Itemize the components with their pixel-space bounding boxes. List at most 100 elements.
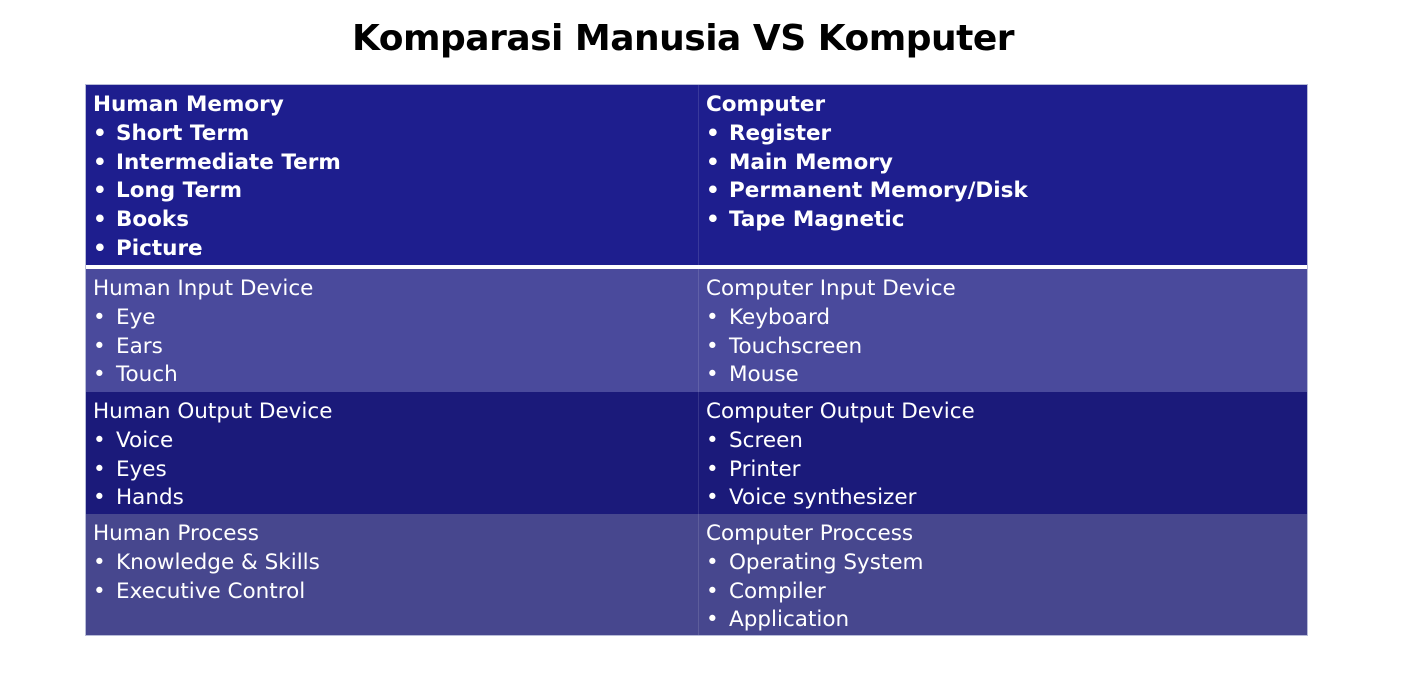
cell-heading: Computer Output Device <box>706 399 975 424</box>
list-item: • Voice <box>93 427 691 456</box>
list-item: • Tape Magnetic <box>706 206 1300 235</box>
bullet-icon: • <box>706 120 720 146</box>
cell-heading: Computer Input Device <box>706 276 956 301</box>
bullet-icon: • <box>706 178 720 204</box>
bullet-icon: • <box>706 207 720 233</box>
list-item: • Application <box>706 606 1300 635</box>
list-item-text: Voice synthesizer <box>729 485 917 511</box>
bullet-icon: • <box>93 178 107 204</box>
list-item: • Mouse <box>706 361 1300 390</box>
bullet-icon: • <box>93 578 106 604</box>
list-item-text: Compiler <box>729 578 826 604</box>
bullet-icon: • <box>706 607 719 633</box>
bullet-icon: • <box>93 149 107 175</box>
list-item: • Keyboard <box>706 304 1300 333</box>
human-input-device-cell: Human Input Device • Eye • Ears • Touch <box>86 269 698 392</box>
computer-memory-cell: Computer • Register • Main Memory • Permanent … <box>698 85 1307 265</box>
cell-heading: Human Memory <box>93 92 284 117</box>
list-item: • Short Term <box>93 120 691 149</box>
list-item-text: Touchscreen <box>729 333 863 359</box>
bullet-icon: • <box>706 549 719 575</box>
human-output-device-cell: Human Output Device • Voice • Eyes • Hands <box>86 392 698 514</box>
list-item-text: Picture <box>116 235 203 261</box>
bullet-icon: • <box>93 362 106 388</box>
list-item-text: Hands <box>116 485 184 511</box>
bullet-icon: • <box>706 427 719 453</box>
bullet-icon: • <box>93 549 106 575</box>
table-row-memory: Human Memory • Short Term • Intermediate Ter… <box>86 85 1307 269</box>
bullet-icon: • <box>93 304 106 330</box>
list-item-text: Long Term <box>116 178 243 204</box>
bullet-icon: • <box>706 333 719 359</box>
human-memory-cell: Human Memory • Short Term • Intermediate Ter… <box>86 85 698 265</box>
list-item-text: Application <box>729 607 850 633</box>
list-item: • Compiler <box>706 578 1300 607</box>
list-item-text: Ears <box>116 333 163 359</box>
list-item: • Touchscreen <box>706 333 1300 362</box>
bullet-icon: • <box>706 578 719 604</box>
list-item-text: Eyes <box>116 456 167 482</box>
list-item-text: Short Term <box>116 120 250 146</box>
bullet-icon: • <box>93 333 106 359</box>
list-item-text: Screen <box>729 427 803 453</box>
bullet-icon: • <box>93 427 106 453</box>
list-item: • Books <box>93 206 691 235</box>
list-item: • Eyes <box>93 456 691 485</box>
list-item-text: Voice <box>116 427 174 453</box>
cell-heading: Computer <box>706 92 826 117</box>
list-item: • Ears <box>93 333 691 362</box>
bullet-icon: • <box>93 235 107 261</box>
cell-heading: Computer Proccess <box>706 521 914 546</box>
bullet-icon: • <box>93 207 107 233</box>
list-item-text: Books <box>116 207 190 233</box>
cell-heading: Human Process <box>93 521 259 546</box>
list-item-text: Touch <box>116 362 178 388</box>
computer-process-cell: Computer Proccess • Operating System • Compi… <box>698 514 1307 635</box>
list-item-text: Mouse <box>729 362 799 388</box>
list-item: • Touch <box>93 361 691 390</box>
list-item: • Screen <box>706 427 1300 456</box>
computer-output-device-cell: Computer Output Device • Screen • Printer • Vo… <box>698 392 1307 514</box>
list-item: • Executive Control <box>93 578 691 607</box>
human-process-cell: Human Process • Knowledge & Skills • Executi… <box>86 514 698 635</box>
list-item-text: Keyboard <box>729 304 831 330</box>
bullet-icon: • <box>706 456 719 482</box>
bullet-icon: • <box>706 304 719 330</box>
bullet-icon: • <box>706 485 719 511</box>
list-item-text: Main Memory <box>729 149 893 175</box>
bullet-icon: • <box>93 456 106 482</box>
bullet-icon: • <box>93 485 106 511</box>
list-item: • Permanent Memory/Disk <box>706 177 1300 206</box>
list-item-text: Tape Magnetic <box>729 207 905 233</box>
list-item: • Knowledge & Skills <box>93 549 691 578</box>
list-item: • Picture <box>93 235 691 264</box>
list-item-text: Permanent Memory/Disk <box>729 178 1028 204</box>
comparison-table: Human Memory • Short Term • Intermediate Ter… <box>85 84 1308 636</box>
list-item: • Main Memory <box>706 149 1300 178</box>
list-item: • Operating System <box>706 549 1300 578</box>
list-item: • Intermediate Term <box>93 149 691 178</box>
bullet-icon: • <box>706 149 720 175</box>
page-title: Komparasi Manusia VS Komputer <box>352 18 1015 59</box>
list-item: • Eye <box>93 304 691 333</box>
list-item: • Hands <box>93 484 691 513</box>
list-item-text: Intermediate Term <box>116 149 341 175</box>
list-item-text: Knowledge & Skills <box>116 549 320 575</box>
list-item-text: Eye <box>116 304 156 330</box>
list-item-text: Printer <box>729 456 801 482</box>
list-item: • Voice synthesizer <box>706 484 1300 513</box>
table-row-process: Human Process • Knowledge & Skills • Executi… <box>86 514 1307 635</box>
cell-heading: Human Output Device <box>93 399 333 424</box>
cell-heading: Human Input Device <box>93 276 314 301</box>
list-item-text: Executive Control <box>116 578 306 604</box>
list-item: • Register <box>706 120 1300 149</box>
list-item: • Printer <box>706 456 1300 485</box>
list-item: • Long Term <box>93 177 691 206</box>
bullet-icon: • <box>706 362 719 388</box>
table-row-input-device: Human Input Device • Eye • Ears • Touch Compute… <box>86 269 1307 392</box>
table-row-output-device: Human Output Device • Voice • Eyes • Hands Comp… <box>86 392 1307 514</box>
list-item-text: Operating System <box>729 549 924 575</box>
computer-input-device-cell: Computer Input Device • Keyboard • Touchscre… <box>698 269 1307 392</box>
list-item-text: Register <box>729 120 832 146</box>
bullet-icon: • <box>93 120 107 146</box>
